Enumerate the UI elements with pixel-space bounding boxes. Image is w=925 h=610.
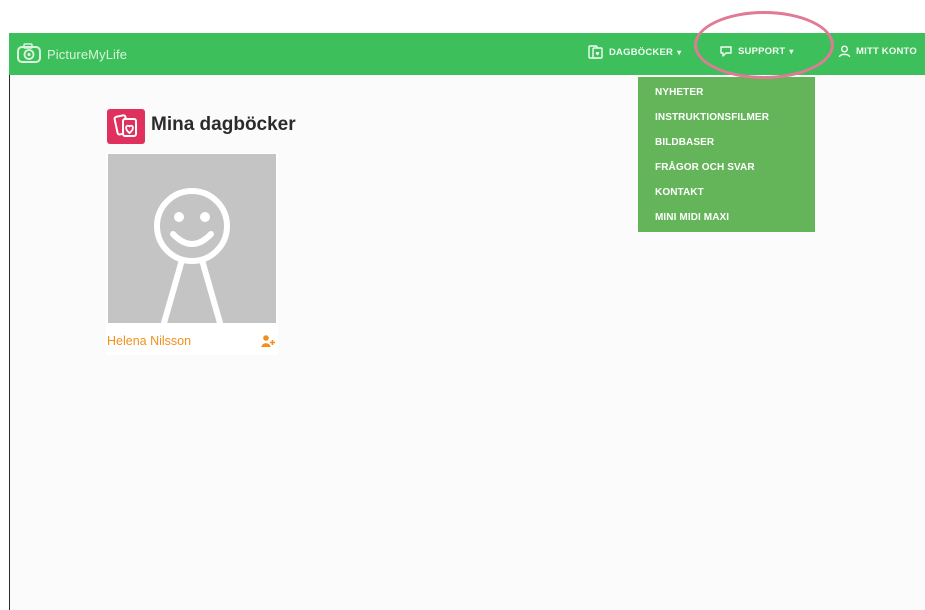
chevron-down-icon: ▾ (677, 47, 682, 57)
menu-item-fragor-och-svar[interactable]: FRÅGOR OCH SVAR (638, 159, 815, 184)
nav-mitt-konto[interactable]: MITT KONTO (838, 45, 917, 58)
nav-dagbocker-label: DAGBÖCKER (609, 46, 674, 58)
support-dropdown-menu: NYHETER INSTRUKTIONSFILMER BILDBASER FRÅ… (638, 77, 815, 232)
camera-logo-icon (17, 43, 41, 63)
add-user-icon[interactable] (261, 334, 275, 348)
nav-dagbocker[interactable]: DAGBÖCKER ▾ (588, 45, 681, 59)
diary-owner-name[interactable]: Helena Nilsson (107, 334, 191, 348)
menu-item-bildbaser[interactable]: BILDBASER (638, 134, 815, 159)
menu-item-instruktionsfilmer[interactable]: INSTRUKTIONSFILMER (638, 109, 815, 134)
brand-logo[interactable]: PictureMyLife (15, 42, 127, 66)
menu-item-mini-midi-maxi[interactable]: MINI MIDI MAXI (638, 209, 815, 234)
nav-mitt-konto-label: MITT KONTO (856, 46, 917, 57)
diary-icon (588, 45, 603, 59)
menu-item-kontakt[interactable]: KONTAKT (638, 184, 815, 209)
user-icon (838, 45, 851, 58)
chevron-down-icon: ▾ (789, 47, 794, 56)
smiley-stick-figure-icon (154, 188, 230, 323)
diary-avatar[interactable] (108, 154, 276, 323)
brand-name: PictureMyLife (47, 46, 128, 62)
speech-bubble-icon (720, 46, 732, 57)
diaries-heart-icon (107, 109, 145, 144)
menu-item-nyheter[interactable]: NYHETER (638, 84, 815, 109)
diary-card[interactable]: Helena Nilsson (106, 153, 278, 355)
nav-support-label: SUPPORT (738, 46, 786, 57)
top-navbar: PictureMyLife DAGBÖCKER ▾ SUPPORT ▾ MITT… (9, 33, 925, 75)
page-title: Mina dagböcker (151, 114, 296, 135)
nav-support[interactable]: SUPPORT ▾ (719, 45, 794, 58)
